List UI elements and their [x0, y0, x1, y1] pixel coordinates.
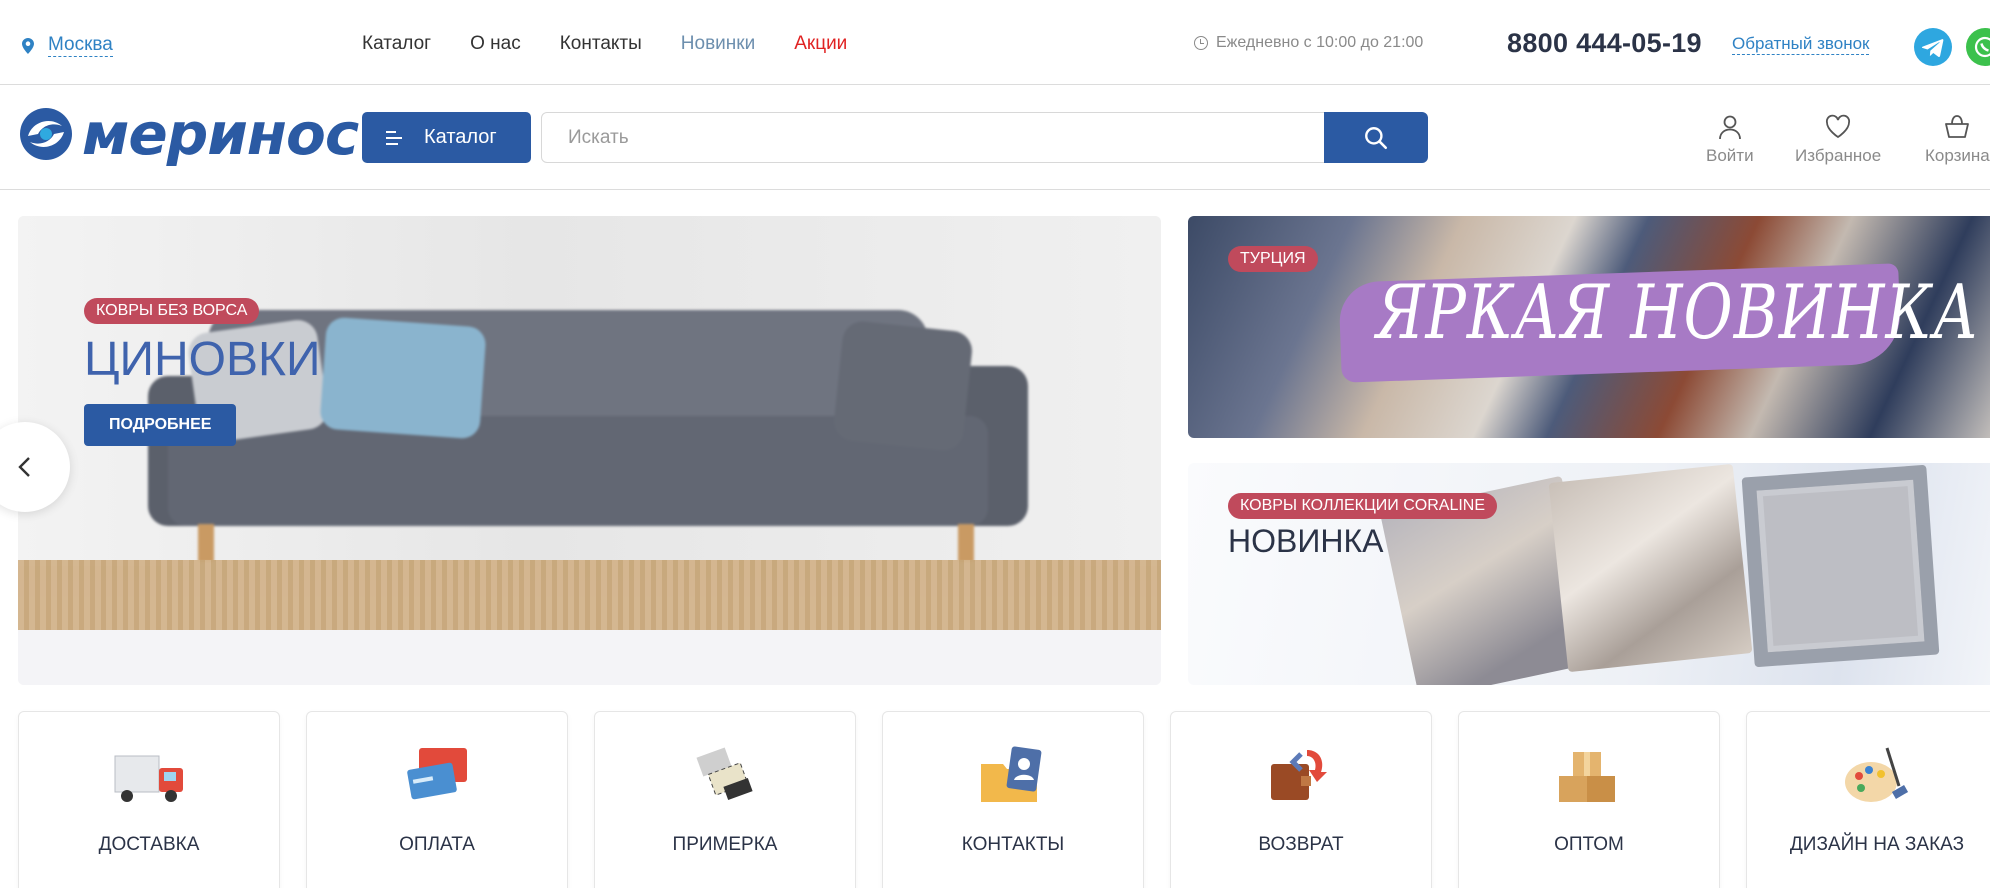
main-banner-title: ЦИНОВКИ: [84, 333, 321, 386]
heart-icon: [1826, 114, 1851, 139]
basket-icon: [1945, 115, 1970, 138]
banner-floor: [18, 630, 1161, 685]
service-label: ОПЛАТА: [399, 834, 475, 855]
login-label: Войти: [1706, 146, 1754, 165]
main-header: меринос Каталог Войти Избранное Корзина: [0, 86, 1990, 190]
service-label: КОНТАКТЫ: [961, 834, 1065, 855]
favorites-label: Избранное: [1795, 146, 1882, 165]
logo[interactable]: меринос: [18, 100, 359, 168]
return-wallet-icon: [1271, 750, 1327, 800]
city-selector[interactable]: Москва: [22, 34, 113, 57]
cart-button[interactable]: Корзина: [1925, 114, 1990, 166]
service-card-return[interactable]: ВОЗВРАТ: [1170, 711, 1432, 888]
search-input[interactable]: [542, 113, 1327, 162]
working-hours-text: Ежедневно с 10:00 до 21:00: [1216, 34, 1424, 51]
truck-icon: [114, 755, 183, 802]
menu-icon: [386, 130, 404, 145]
rug-samples-icon: [696, 747, 753, 801]
boxes-icon: [1559, 752, 1615, 802]
callback-link[interactable]: Обратный звонок: [1732, 34, 1870, 55]
phone-number[interactable]: 8800 444-05-19: [1507, 28, 1702, 59]
more-button[interactable]: ПОДРОБНЕЕ: [84, 404, 237, 446]
side-banner-tag-coraline: КОВРЫ КОЛЛЕКЦИИ CORALINE: [1228, 493, 1498, 519]
side-banner-tag-turkey: ТУРЦИЯ: [1228, 246, 1318, 272]
search-icon: [1365, 126, 1388, 149]
catalog-button-label: Каталог: [424, 126, 497, 148]
wallet-icon: [407, 748, 467, 800]
service-card-wholesale[interactable]: ОПТОМ: [1458, 711, 1720, 888]
service-card-delivery[interactable]: ДОСТАВКА: [18, 711, 280, 888]
user-icon: [1718, 115, 1741, 140]
main-banner-tag: КОВРЫ БЕЗ ВОРСА: [84, 298, 260, 324]
catalog-button[interactable]: Каталог: [362, 112, 531, 163]
nav-about[interactable]: О нас: [470, 33, 521, 55]
rug-image-3: [1741, 464, 1940, 668]
cart-label: Корзина: [1925, 146, 1990, 165]
service-card-payment[interactable]: ОПЛАТА: [306, 711, 568, 888]
location-pin-icon: [22, 37, 34, 54]
whatsapp-icon[interactable]: [1966, 28, 1990, 66]
service-label: ОПТОМ: [1554, 834, 1624, 855]
clock-icon: [1194, 36, 1208, 50]
service-card-contacts[interactable]: КОНТАКТЫ: [882, 711, 1144, 888]
nav-contacts[interactable]: Контакты: [560, 33, 642, 55]
logo-swirl-icon: [20, 108, 72, 160]
service-card-custom-design[interactable]: ДИЗАЙН НА ЗАКАЗ: [1746, 711, 1990, 888]
main-banner-text: КОВРЫ БЕЗ ВОРСА ЦИНОВКИ ПОДРОБНЕЕ: [84, 298, 320, 446]
nav-new[interactable]: Новинки: [681, 33, 755, 55]
side-banner-title: НОВИНКА: [1228, 523, 1384, 559]
working-hours: Ежедневно с 10:00 до 21:00: [1194, 34, 1423, 52]
service-cards: ДОСТАВКА ОПЛАТА ПРИМЕРКА КОНТАКТЫ ВОЗВРА…: [18, 711, 1990, 888]
login-button[interactable]: Войти: [1706, 114, 1754, 166]
side-banner-headline: ЯРКАЯ НОВИНКА: [1376, 269, 1980, 357]
city-link[interactable]: Москва: [48, 34, 113, 57]
telegram-icon[interactable]: [1914, 28, 1952, 66]
service-label: ПРИМЕРКА: [672, 834, 778, 855]
logo-wordmark: меринос: [82, 100, 359, 168]
search-box: [541, 112, 1328, 163]
nav-sale[interactable]: Акции: [794, 33, 847, 55]
page: Москва Каталог О нас Контакты Новинки Ак…: [0, 0, 1990, 888]
service-label: ДОСТАВКА: [98, 834, 200, 855]
top-nav: Каталог О нас Контакты Новинки Акции: [362, 33, 847, 55]
palette-icon: [1845, 747, 1909, 802]
side-banner-turkey[interactable]: ЯРКАЯ НОВИНКА ТУРЦИЯ: [1188, 216, 1990, 438]
contacts-folder-icon: [981, 746, 1042, 802]
favorites-button[interactable]: Избранное: [1795, 114, 1881, 166]
nav-catalog[interactable]: Каталог: [362, 33, 431, 55]
service-label: ДИЗАЙН НА ЗАКАЗ: [1789, 834, 1965, 855]
jute-rug-image: [18, 560, 1161, 630]
service-label: ВОЗВРАТ: [1258, 834, 1344, 855]
main-banner[interactable]: КОВРЫ БЕЗ ВОРСА ЦИНОВКИ ПОДРОБНЕЕ: [18, 216, 1161, 685]
top-bar: Москва Каталог О нас Контакты Новинки Ак…: [0, 0, 1990, 85]
search-button[interactable]: [1324, 112, 1428, 163]
rug-image-2: [1548, 463, 1753, 673]
chevron-left-icon: [18, 457, 30, 477]
service-card-fitting[interactable]: ПРИМЕРКА: [594, 711, 856, 888]
side-banner-coraline[interactable]: КОВРЫ КОЛЛЕКЦИИ CORALINE НОВИНКА: [1188, 463, 1990, 685]
